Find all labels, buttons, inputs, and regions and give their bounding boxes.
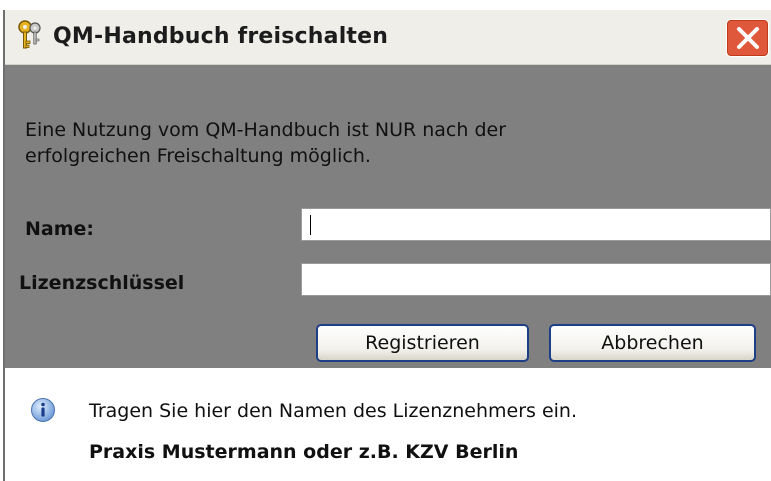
description-line-2: erfolgreichen Freischaltung möglich.	[25, 145, 371, 167]
description-line-1: Eine Nutzung vom QM-Handbuch ist NUR nac…	[25, 119, 507, 141]
title-bar[interactable]: QM-Handbuch freischalten	[5, 10, 771, 65]
window-title: QM-Handbuch freischalten	[53, 24, 389, 49]
dialog-window: QM-Handbuch freischalten Eine Nutzung vo…	[3, 10, 771, 481]
form-panel: Eine Nutzung vom QM-Handbuch ist NUR nac…	[5, 65, 771, 368]
license-key-input[interactable]	[301, 263, 771, 296]
close-button[interactable]	[726, 19, 769, 57]
hint-text: Tragen Sie hier den Namen des Lizenznehm…	[89, 400, 577, 422]
hint-example: Praxis Mustermann oder z.B. KZV Berlin	[89, 441, 519, 463]
info-icon	[30, 397, 56, 427]
text-caret	[310, 215, 311, 235]
license-key-label: Lizenzschlüssel	[19, 272, 185, 294]
register-button[interactable]: Registrieren	[316, 324, 529, 362]
keys-icon	[15, 19, 45, 51]
name-label: Name:	[25, 218, 95, 240]
description: Eine Nutzung vom QM-Handbuch ist NUR nac…	[25, 117, 506, 169]
cancel-button[interactable]: Abbrechen	[549, 324, 756, 362]
hint-area: Tragen Sie hier den Namen des Lizenznehm…	[5, 368, 771, 481]
name-input[interactable]	[301, 208, 771, 241]
